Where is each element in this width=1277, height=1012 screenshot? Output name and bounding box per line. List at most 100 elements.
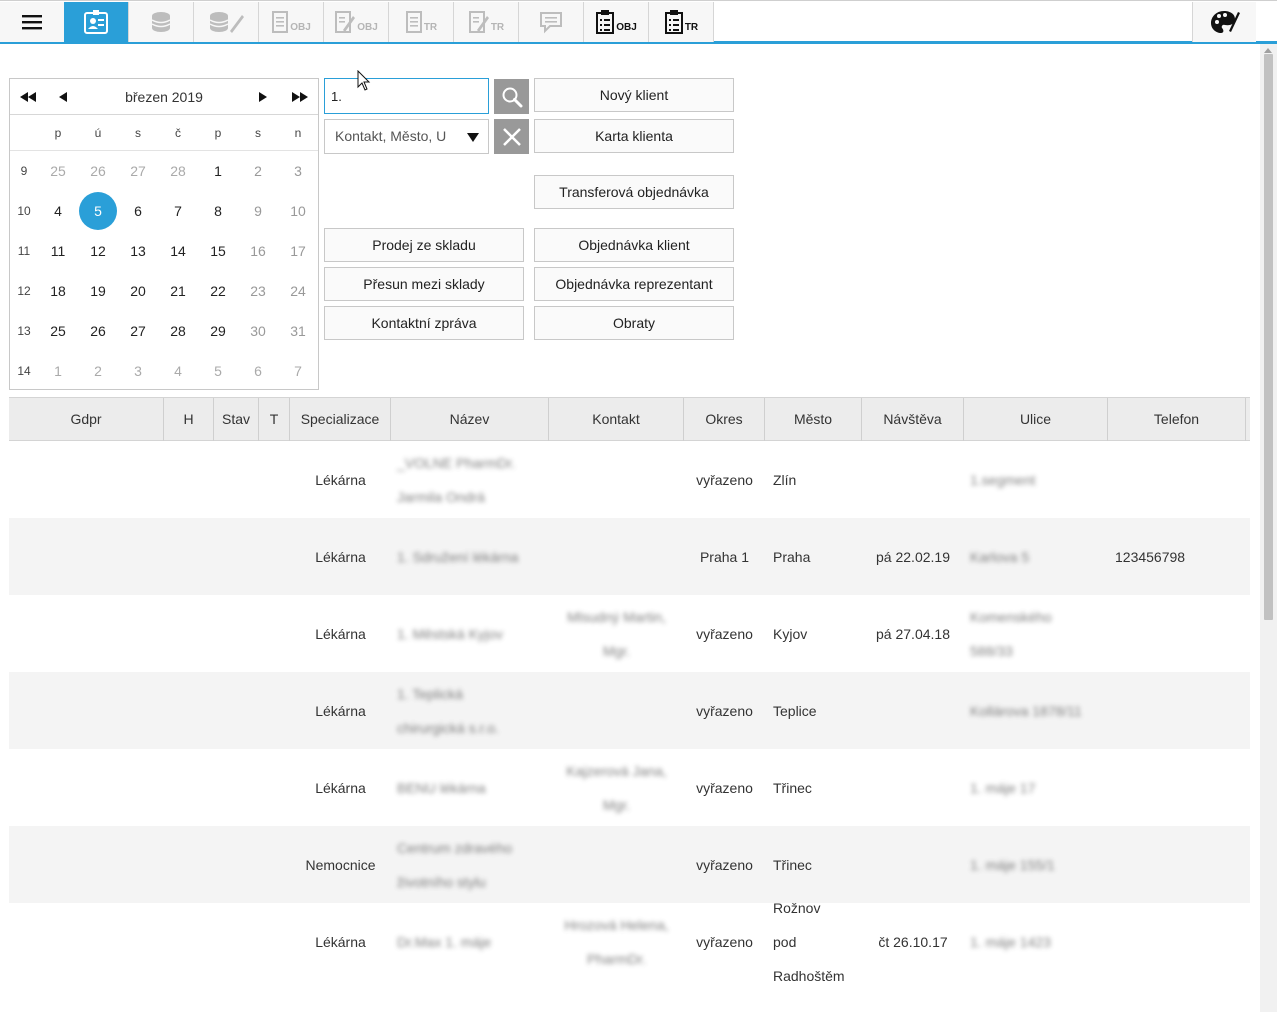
order-edit-button[interactable]: OBJ — [324, 2, 389, 42]
calendar-day[interactable]: 29 — [198, 311, 238, 351]
stock-transfer-button[interactable]: Přesun mezi sklady — [324, 267, 524, 301]
calendar-day[interactable]: 7 — [158, 191, 198, 231]
clear-search-button[interactable] — [494, 119, 529, 154]
column-header-telefon[interactable]: Telefon — [1108, 398, 1246, 441]
column-header-gdpr[interactable]: Gdpr — [9, 398, 164, 441]
theme-button[interactable] — [1192, 2, 1256, 42]
client-card-button[interactable] — [64, 2, 129, 42]
calendar-day[interactable]: 3 — [278, 151, 318, 191]
calendar-day[interactable]: 20 — [118, 271, 158, 311]
calendar-day[interactable]: 14 — [158, 231, 198, 271]
coins-edit-button[interactable] — [194, 2, 259, 42]
calendar-day[interactable]: 5 — [78, 191, 118, 231]
calendar-day[interactable]: 5 — [198, 351, 238, 391]
scroll-up-icon[interactable] — [1264, 48, 1272, 53]
order-list-button[interactable]: OBJ — [584, 2, 649, 42]
column-header-mesto[interactable]: Město — [765, 398, 862, 441]
transfer-edit-button[interactable]: TR — [454, 2, 519, 42]
calendar-day[interactable]: 2 — [238, 151, 278, 191]
column-header-okres[interactable]: Okres — [684, 398, 765, 441]
calendar-day[interactable]: 18 — [38, 271, 78, 311]
table-row[interactable]: Nemocnice Centrum zdravého životního stylu… — [9, 826, 1250, 903]
calendar-day[interactable]: 3 — [118, 351, 158, 391]
table-row[interactable]: Lékárna 1. Teplická chirurgická s.r.o. vyřa… — [9, 672, 1250, 749]
table-row[interactable]: Lékárna BENU lékárna Kajzerová Jana, Mgr. vy… — [9, 749, 1250, 826]
calendar-day[interactable]: 4 — [158, 351, 198, 391]
calendar-day[interactable]: 21 — [158, 271, 198, 311]
calendar-day[interactable]: 9 — [238, 191, 278, 231]
calendar-day[interactable]: 25 — [38, 151, 78, 191]
rep-order-button[interactable]: Objednávka reprezentant — [534, 267, 734, 301]
calendar-day[interactable]: 7 — [278, 351, 318, 391]
calendar-day[interactable]: 1 — [198, 151, 238, 191]
calendar-day[interactable]: 13 — [118, 231, 158, 271]
search-filter-select[interactable]: Kontakt, Město, U — [324, 119, 489, 154]
client-card-action-button[interactable]: Karta klienta — [534, 119, 734, 153]
calendar-day[interactable]: 28 — [158, 311, 198, 351]
calendar-day[interactable]: 6 — [238, 351, 278, 391]
close-icon — [502, 127, 521, 146]
table-row[interactable]: Lékárna _VOLNE PharmDr. Jarmila Ondrá vyřaz… — [9, 441, 1250, 518]
calendar-day[interactable]: 1 — [38, 351, 78, 391]
calendar-day[interactable]: 27 — [118, 151, 158, 191]
next-year-button[interactable] — [285, 79, 315, 115]
column-header-ulice[interactable]: Ulice — [964, 398, 1108, 441]
calendar-day[interactable]: 26 — [78, 311, 118, 351]
calendar-day[interactable]: 22 — [198, 271, 238, 311]
cell-street: 1. máje 17 — [964, 749, 1108, 826]
table-row[interactable]: Lékárna 1. Sdružení lékárna Praha 1 Praha pá… — [9, 518, 1250, 595]
calendar-day[interactable]: 11 — [38, 231, 78, 271]
cell-name-line: Jarmila Ondrá — [397, 488, 485, 505]
transfer-list-button[interactable]: TR — [649, 2, 714, 42]
comment-button[interactable] — [519, 2, 584, 42]
column-header-nazev[interactable]: Název — [391, 398, 549, 441]
client-order-button[interactable]: Objednávka klient — [534, 228, 734, 262]
order-button[interactable]: OBJ — [259, 2, 324, 42]
cell-contact-line: Mlsudný Martin, — [567, 608, 666, 625]
calendar-day[interactable]: 10 — [278, 191, 318, 231]
calendar-day[interactable]: 17 — [278, 231, 318, 271]
table-row[interactable]: Lékárna Dr.Max 1. máje Hrozová Helena, Phar… — [9, 900, 1250, 984]
prev-month-button[interactable] — [48, 79, 78, 115]
calendar-day[interactable]: 4 — [38, 191, 78, 231]
scroll-thumb[interactable] — [1264, 54, 1273, 620]
calendar-day[interactable]: 28 — [158, 151, 198, 191]
search-button[interactable] — [494, 79, 529, 114]
calendar-day[interactable]: 15 — [198, 231, 238, 271]
turnover-button[interactable]: Obraty — [534, 306, 734, 340]
contact-report-button[interactable]: Kontaktní zpráva — [324, 306, 524, 340]
table-row[interactable]: Lékárna 1. Městská Kyjov Mlsudný Martin, Mg… — [9, 595, 1250, 672]
calendar-day[interactable]: 25 — [38, 311, 78, 351]
next-month-button[interactable] — [248, 79, 278, 115]
stock-sale-button[interactable]: Prodej ze skladu — [324, 228, 524, 262]
column-header-specializace[interactable]: Specializace — [290, 398, 391, 441]
calendar-day[interactable]: 8 — [198, 191, 238, 231]
coins-button[interactable] — [129, 2, 194, 42]
column-header-stav[interactable]: Stav — [214, 398, 259, 441]
calendar-month-title[interactable]: březen 2019 — [100, 79, 228, 115]
calendar-day[interactable]: 23 — [238, 271, 278, 311]
calendar-day[interactable]: 12 — [78, 231, 118, 271]
vertical-scrollbar[interactable] — [1260, 44, 1277, 1012]
calendar-day[interactable]: 30 — [238, 311, 278, 351]
transfer-edit-label: TR — [490, 21, 505, 33]
column-header-kontakt[interactable]: Kontakt — [549, 398, 684, 441]
transfer-button[interactable]: TR — [389, 2, 454, 42]
calendar-day[interactable]: 16 — [238, 231, 278, 271]
calendar-day[interactable]: 26 — [78, 151, 118, 191]
search-input[interactable] — [324, 78, 489, 114]
prev-year-button[interactable] — [13, 79, 43, 115]
calendar-day[interactable]: 31 — [278, 311, 318, 351]
calendar-day[interactable]: 6 — [118, 191, 158, 231]
calendar-day[interactable]: 27 — [118, 311, 158, 351]
calendar-day[interactable]: 2 — [78, 351, 118, 391]
calendar-day[interactable]: 19 — [78, 271, 118, 311]
column-header-t[interactable]: T — [259, 398, 290, 441]
cell-specialization: Lékárna — [290, 441, 391, 518]
transfer-order-button[interactable]: Transferová objednávka — [534, 175, 734, 209]
calendar-day[interactable]: 24 — [278, 271, 318, 311]
column-header-h[interactable]: H — [164, 398, 214, 441]
new-client-button[interactable]: Nový klient — [534, 78, 734, 112]
column-header-navsteva[interactable]: Návštěva — [862, 398, 964, 441]
menu-button[interactable] — [0, 2, 65, 42]
